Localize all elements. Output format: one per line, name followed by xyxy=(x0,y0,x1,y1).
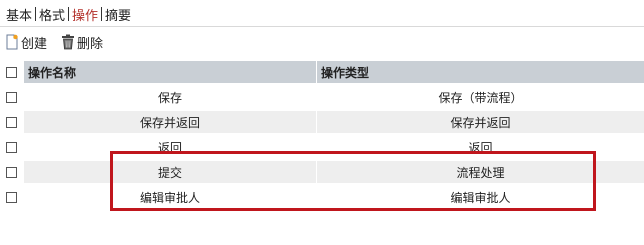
operation-type-cell: 保存（带流程） xyxy=(438,90,523,105)
row-checkbox[interactable] xyxy=(5,116,17,128)
row-checkbox-cell xyxy=(0,86,22,108)
delete-label: 删除 xyxy=(77,36,104,52)
tab-summary[interactable]: 摘要 xyxy=(105,5,131,24)
tab-basic[interactable]: 基本 xyxy=(6,5,32,24)
column-header-type: 操作类型 xyxy=(317,61,644,83)
row-checkbox-cell xyxy=(0,161,22,183)
tab-operations[interactable]: 操作 xyxy=(72,5,98,24)
select-all-cell xyxy=(0,61,22,83)
column-header-name: 操作名称 xyxy=(24,61,316,83)
operation-name-cell: 提交 xyxy=(24,161,316,183)
create-button[interactable]: 创建 xyxy=(5,33,47,52)
tab-separator xyxy=(68,7,70,21)
delete-button[interactable]: 删除 xyxy=(61,33,103,52)
operation-name-cell: 返回 xyxy=(157,140,182,155)
tabs-divider xyxy=(0,26,644,27)
tab-separator xyxy=(101,7,103,21)
row-checkbox-cell xyxy=(0,186,22,208)
row-checkbox-cell xyxy=(0,111,22,133)
operations-table: 操作名称 操作类型 保存 保存（带流程） 保存并返回 保存并返回 返回 返回 提… xyxy=(0,61,644,208)
row-checkbox[interactable] xyxy=(5,91,17,103)
table-header: 操作名称 操作类型 xyxy=(0,61,644,83)
new-document-icon xyxy=(5,34,19,50)
operation-type-cell: 返回 xyxy=(468,140,493,155)
table-row: 保存 保存（带流程） xyxy=(0,86,644,108)
row-checkbox-cell xyxy=(0,136,22,158)
table-row: 返回 返回 xyxy=(0,136,644,158)
operation-type-cell: 编辑审批人 xyxy=(450,190,511,205)
tab-bar: 基本 格式 操作 摘要 xyxy=(6,5,131,24)
tab-separator xyxy=(35,7,37,21)
table-row: 保存并返回 保存并返回 xyxy=(0,111,644,133)
select-all-checkbox[interactable] xyxy=(5,66,17,78)
operation-name-cell: 编辑审批人 xyxy=(139,190,200,205)
tab-format[interactable]: 格式 xyxy=(39,5,65,24)
operation-type-cell: 保存并返回 xyxy=(317,111,644,133)
table-row: 编辑审批人 编辑审批人 xyxy=(0,186,644,208)
operation-name-cell: 保存 xyxy=(157,90,182,105)
toolbar: 创建 删除 xyxy=(5,33,117,52)
row-checkbox[interactable] xyxy=(5,166,17,178)
row-checkbox[interactable] xyxy=(5,191,17,203)
trash-icon xyxy=(61,34,75,50)
create-label: 创建 xyxy=(21,36,48,52)
table-row: 提交 流程处理 xyxy=(0,161,644,183)
row-checkbox[interactable] xyxy=(5,141,17,153)
operation-name-cell: 保存并返回 xyxy=(24,111,316,133)
operation-type-cell: 流程处理 xyxy=(317,161,644,183)
